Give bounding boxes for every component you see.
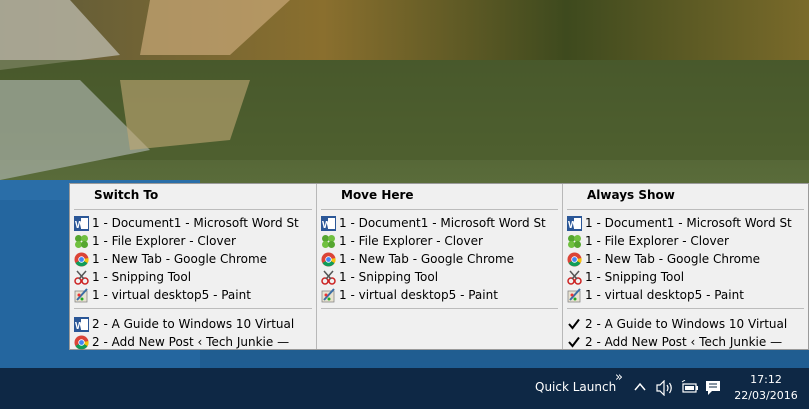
clover-icon xyxy=(73,233,89,249)
word-icon: W xyxy=(566,215,582,231)
chrome-icon xyxy=(73,334,89,350)
clock-date: 22/03/2016 xyxy=(734,389,798,402)
switch-item-label: 2 - Add New Post ‹ Tech Junkie — xyxy=(92,335,290,349)
move-item-file-explorer[interactable]: 1 - File Explorer - Clover xyxy=(317,232,562,250)
separator xyxy=(74,308,312,309)
svg-text:W: W xyxy=(75,321,85,332)
switch-item-label: 2 - A Guide to Windows 10 Virtual xyxy=(92,317,295,331)
switch-item-label: 1 - File Explorer - Clover xyxy=(92,234,236,248)
word-icon: W xyxy=(73,215,89,231)
switch-item-add-post[interactable]: 2 - Add New Post ‹ Tech Junkie — xyxy=(70,333,316,351)
always-show-item-snipping-tool[interactable]: 1 - Snipping Tool xyxy=(563,268,808,286)
always-show-item-label: 1 - File Explorer - Clover xyxy=(585,234,729,248)
clover-icon xyxy=(320,233,336,249)
switch-to-column: Switch To W 1 - Document1 - Microsoft Wo… xyxy=(70,184,316,349)
move-item-label: 1 - New Tab - Google Chrome xyxy=(339,252,515,266)
switch-item-label: 1 - Snipping Tool xyxy=(92,270,192,284)
separator xyxy=(321,308,558,309)
move-item-word[interactable]: W 1 - Document1 - Microsoft Word St xyxy=(317,214,562,232)
always-show-item-label: 1 - Snipping Tool xyxy=(585,270,685,284)
separator xyxy=(567,308,804,309)
move-item-snipping-tool[interactable]: 1 - Snipping Tool xyxy=(317,268,562,286)
switch-to-header: Switch To xyxy=(74,184,312,210)
word-icon: W xyxy=(73,316,89,332)
always-show-header: Always Show xyxy=(567,184,804,210)
switch-item-label: 1 - Document1 - Microsoft Word St xyxy=(92,216,299,230)
move-item-label: 1 - virtual desktop5 - Paint xyxy=(339,288,498,302)
svg-text:W: W xyxy=(75,220,85,231)
check-icon xyxy=(566,334,582,350)
clock[interactable]: 17:12 22/03/2016 xyxy=(730,372,802,404)
always-show-item-chrome[interactable]: 1 - New Tab - Google Chrome xyxy=(563,250,808,268)
move-item-label: 1 - Snipping Tool xyxy=(339,270,439,284)
always-show-item-add-post[interactable]: 2 - Add New Post ‹ Tech Junkie — xyxy=(563,333,808,351)
move-item-paint[interactable]: 1 - virtual desktop5 - Paint xyxy=(317,286,562,304)
virtual-desktop-popup-menu: Switch To W 1 - Document1 - Microsoft Wo… xyxy=(69,183,809,350)
switch-item-label: 1 - virtual desktop5 - Paint xyxy=(92,288,251,302)
snipping-tool-icon xyxy=(566,269,582,285)
chrome-icon xyxy=(73,251,89,267)
paint-icon xyxy=(566,287,582,303)
always-show-item-word[interactable]: W 1 - Document1 - Microsoft Word St xyxy=(563,214,808,232)
clover-icon xyxy=(566,233,582,249)
check-icon xyxy=(566,316,582,332)
switch-item-chrome[interactable]: 1 - New Tab - Google Chrome xyxy=(70,250,316,268)
snipping-tool-icon xyxy=(320,269,336,285)
always-show-item-label: 1 - virtual desktop5 - Paint xyxy=(585,288,744,302)
switch-item-file-explorer[interactable]: 1 - File Explorer - Clover xyxy=(70,232,316,250)
switch-item-paint[interactable]: 1 - virtual desktop5 - Paint xyxy=(70,286,316,304)
svg-text:W: W xyxy=(568,220,578,231)
always-show-item-label: 1 - Document1 - Microsoft Word St xyxy=(585,216,792,230)
always-show-item-label: 1 - New Tab - Google Chrome xyxy=(585,252,761,266)
paint-icon xyxy=(320,287,336,303)
volume-icon[interactable] xyxy=(656,379,674,400)
always-show-item-file-explorer[interactable]: 1 - File Explorer - Clover xyxy=(563,232,808,250)
move-item-label: 1 - Document1 - Microsoft Word St xyxy=(339,216,546,230)
always-show-column: Always Show W 1 - Document1 - Microsoft … xyxy=(562,184,808,349)
always-show-item-guide-doc[interactable]: 2 - A Guide to Windows 10 Virtual xyxy=(563,315,808,333)
move-here-column: Move Here W 1 - Document1 - Microsoft Wo… xyxy=(316,184,562,349)
show-hidden-icons-chevron-icon[interactable] xyxy=(634,380,646,398)
move-item-chrome[interactable]: 1 - New Tab - Google Chrome xyxy=(317,250,562,268)
action-center-icon[interactable] xyxy=(705,380,721,400)
switch-item-guide-doc[interactable]: W 2 - A Guide to Windows 10 Virtual xyxy=(70,315,316,333)
word-icon: W xyxy=(320,215,336,231)
always-show-item-paint[interactable]: 1 - virtual desktop5 - Paint xyxy=(563,286,808,304)
move-here-header: Move Here xyxy=(321,184,558,210)
chrome-icon xyxy=(566,251,582,267)
switch-item-label: 1 - New Tab - Google Chrome xyxy=(92,252,268,266)
always-show-item-label: 2 - Add New Post ‹ Tech Junkie — xyxy=(585,335,783,349)
move-item-label: 1 - File Explorer - Clover xyxy=(339,234,483,248)
quick-launch-toolbar[interactable]: Quick Launch xyxy=(535,380,616,394)
chrome-icon xyxy=(320,251,336,267)
quick-launch-chevron-icon[interactable]: » xyxy=(615,370,623,385)
paint-icon xyxy=(73,287,89,303)
always-show-item-label: 2 - A Guide to Windows 10 Virtual xyxy=(585,317,788,331)
snipping-tool-icon xyxy=(73,269,89,285)
taskbar: Quick Launch » 17:12 22/03/2016 xyxy=(0,368,809,409)
clock-time: 17:12 xyxy=(750,373,782,386)
svg-text:W: W xyxy=(322,220,332,231)
switch-item-snipping-tool[interactable]: 1 - Snipping Tool xyxy=(70,268,316,286)
battery-icon[interactable] xyxy=(681,379,699,400)
switch-item-word[interactable]: W 1 - Document1 - Microsoft Word St xyxy=(70,214,316,232)
